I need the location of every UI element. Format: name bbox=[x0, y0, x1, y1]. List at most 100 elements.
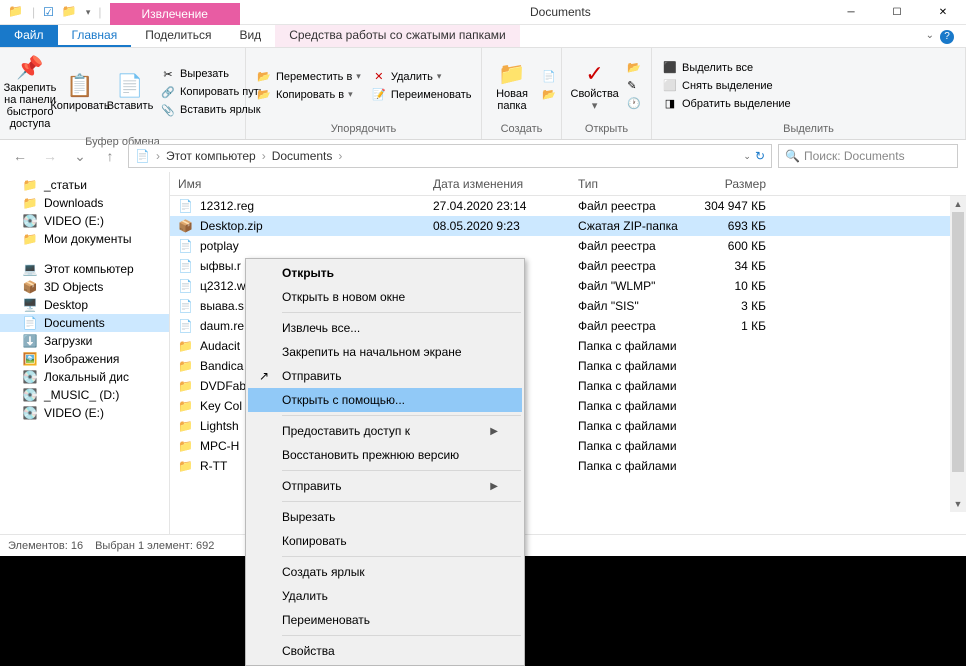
tab-view[interactable]: Вид bbox=[225, 25, 275, 47]
context-menu-label: Закрепить на начальном экране bbox=[282, 345, 462, 359]
context-menu-item[interactable]: Закрепить на начальном экране bbox=[248, 340, 522, 364]
context-menu-item[interactable]: Восстановить прежнюю версию bbox=[248, 443, 522, 467]
context-menu-item[interactable]: Удалить bbox=[248, 584, 522, 608]
forward-button[interactable]: → bbox=[38, 144, 62, 168]
qat-dropdown-icon[interactable]: ▾ bbox=[86, 7, 91, 18]
close-button[interactable]: ✕ bbox=[920, 0, 966, 25]
nav-item[interactable]: 🖼️Изображения bbox=[0, 350, 169, 368]
back-button[interactable]: ← bbox=[8, 144, 32, 168]
nav-item[interactable]: 📁Мои документы bbox=[0, 230, 169, 248]
nav-item[interactable]: 🖥️Desktop bbox=[0, 296, 169, 314]
drive-icon: 📄 bbox=[22, 316, 38, 330]
tab-compressed-tools[interactable]: Средства работы со сжатыми папками bbox=[275, 25, 520, 47]
column-name[interactable]: Имя bbox=[170, 173, 425, 195]
file-type: Папка с файлами bbox=[570, 355, 695, 377]
folder-icon: 📄 bbox=[135, 149, 150, 163]
column-type[interactable]: Тип bbox=[570, 173, 695, 195]
nav-item[interactable]: 📁_статьи bbox=[0, 176, 169, 194]
context-menu-item[interactable]: ↗Отправить bbox=[248, 364, 522, 388]
nav-item[interactable]: ⬇️Загрузки bbox=[0, 332, 169, 350]
history-button[interactable]: 🕐 bbox=[623, 95, 645, 112]
nav-label: Downloads bbox=[44, 196, 103, 210]
context-menu-item[interactable]: Переименовать bbox=[248, 608, 522, 632]
scrollbar[interactable]: ▲ ▼ bbox=[950, 196, 966, 512]
scroll-down-icon[interactable]: ▼ bbox=[950, 496, 966, 512]
breadcrumb-documents[interactable]: Documents bbox=[272, 149, 333, 163]
column-date[interactable]: Дата изменения bbox=[425, 173, 570, 195]
file-name: potplay bbox=[200, 239, 239, 253]
context-menu-separator bbox=[282, 635, 521, 636]
ribbon-group-open: Открыть bbox=[568, 121, 645, 137]
context-menu-item[interactable]: Открыть bbox=[248, 261, 522, 285]
folder-icon bbox=[62, 4, 78, 20]
nav-item[interactable]: 📁Downloads bbox=[0, 194, 169, 212]
help-icon[interactable]: ? bbox=[940, 30, 954, 44]
context-menu-item[interactable]: Открыть с помощью... bbox=[248, 388, 522, 412]
folder-icon bbox=[8, 4, 24, 20]
open-icon: 📂 bbox=[627, 61, 641, 74]
copy-to-button[interactable]: 📂Копировать в▾ bbox=[252, 86, 365, 103]
nav-item[interactable]: 💽VIDEO (E:) bbox=[0, 404, 169, 422]
file-row[interactable]: 📦Desktop.zip 08.05.2020 9:23 Сжатая ZIP-… bbox=[170, 216, 966, 236]
file-date: 08.05.2020 9:23 bbox=[425, 215, 570, 237]
context-menu-item[interactable]: Копировать bbox=[248, 529, 522, 553]
nav-item[interactable]: 💽_MUSIC_ (D:) bbox=[0, 386, 169, 404]
tab-file[interactable]: Файл bbox=[0, 25, 58, 47]
drive-icon: ⬇️ bbox=[22, 334, 38, 348]
breadcrumb-this-pc[interactable]: Этот компьютер bbox=[166, 149, 256, 163]
submenu-arrow-icon: ▶ bbox=[490, 426, 498, 437]
nav-item[interactable]: 💽VIDEO (E:) bbox=[0, 212, 169, 230]
rename-button[interactable]: 📝Переименовать bbox=[367, 86, 476, 103]
context-menu-item[interactable]: Вырезать bbox=[248, 505, 522, 529]
tab-share[interactable]: Поделиться bbox=[131, 25, 225, 47]
paste-button[interactable]: 📄 Вставить bbox=[106, 50, 154, 134]
delete-button[interactable]: ✕Удалить▾ bbox=[367, 68, 476, 85]
up-button[interactable]: ↑ bbox=[98, 144, 122, 168]
copy-button[interactable]: 📋 Копировать bbox=[56, 50, 104, 134]
context-menu-item[interactable]: Отправить▶ bbox=[248, 474, 522, 498]
address-dropdown-icon[interactable]: ⌄ bbox=[743, 151, 751, 162]
context-menu-separator bbox=[282, 556, 521, 557]
maximize-button[interactable]: ☐ bbox=[874, 0, 920, 25]
properties-button[interactable]: ✓ Свойства ▾ bbox=[568, 50, 621, 121]
file-row[interactable]: 📄potplay Файл реестра 600 КБ bbox=[170, 236, 966, 256]
tab-home[interactable]: Главная bbox=[58, 25, 132, 47]
window-title: Documents bbox=[530, 5, 591, 19]
new-item-button[interactable]: 📄 bbox=[538, 68, 560, 85]
context-menu-item[interactable]: Предоставить доступ к▶ bbox=[248, 419, 522, 443]
select-none-button[interactable]: ⬜Снять выделение bbox=[658, 77, 795, 94]
scroll-thumb[interactable] bbox=[952, 212, 964, 472]
contextual-tab-extract[interactable]: Извлечение bbox=[110, 3, 240, 25]
nav-item[interactable]: 💻Этот компьютер bbox=[0, 260, 169, 278]
invert-selection-button[interactable]: ◨Обратить выделение bbox=[658, 95, 795, 112]
nav-item[interactable]: 📦3D Objects bbox=[0, 278, 169, 296]
refresh-button[interactable]: ↻ bbox=[755, 149, 765, 163]
ribbon: 📌 Закрепить на панели быстрого доступа 📋… bbox=[0, 48, 966, 140]
recent-locations-button[interactable]: ⌄ bbox=[68, 144, 92, 168]
context-menu-item[interactable]: Открыть в новом окне bbox=[248, 285, 522, 309]
qat-check-icon[interactable]: ☑ bbox=[43, 5, 54, 19]
move-to-button[interactable]: 📂Переместить в▾ bbox=[252, 68, 365, 85]
pin-quick-access-button[interactable]: 📌 Закрепить на панели быстрого доступа bbox=[6, 50, 54, 134]
context-menu-item[interactable]: Свойства bbox=[248, 639, 522, 663]
open-button[interactable]: 📂 bbox=[623, 59, 645, 76]
new-folder-button[interactable]: 📁 Новая папка bbox=[488, 50, 536, 121]
ribbon-collapse-icon[interactable]: ⌄ bbox=[926, 30, 934, 41]
scroll-up-icon[interactable]: ▲ bbox=[950, 196, 966, 212]
context-menu-item[interactable]: Извлечь все... bbox=[248, 316, 522, 340]
easy-access-button[interactable]: 📂 bbox=[538, 86, 560, 103]
folder-icon: 💽 bbox=[22, 214, 38, 228]
edit-button[interactable]: ✎ bbox=[623, 77, 645, 94]
search-box[interactable]: 🔍 Поиск: Documents bbox=[778, 144, 958, 168]
file-size bbox=[695, 362, 775, 370]
select-all-button[interactable]: ⬛Выделить все bbox=[658, 59, 795, 76]
nav-item[interactable]: 💽Локальный дис bbox=[0, 368, 169, 386]
file-row[interactable]: 📄12312.reg 27.04.2020 23:14 Файл реестра… bbox=[170, 196, 966, 216]
column-size[interactable]: Размер bbox=[695, 173, 775, 195]
context-menu-separator bbox=[282, 501, 521, 502]
context-menu-item[interactable]: Создать ярлык bbox=[248, 560, 522, 584]
minimize-button[interactable]: ─ bbox=[828, 0, 874, 25]
nav-item[interactable]: 📄Documents bbox=[0, 314, 169, 332]
easy-access-icon: 📂 bbox=[542, 88, 556, 101]
address-bar[interactable]: 📄 › Этот компьютер › Documents › ⌄ ↻ bbox=[128, 144, 772, 168]
